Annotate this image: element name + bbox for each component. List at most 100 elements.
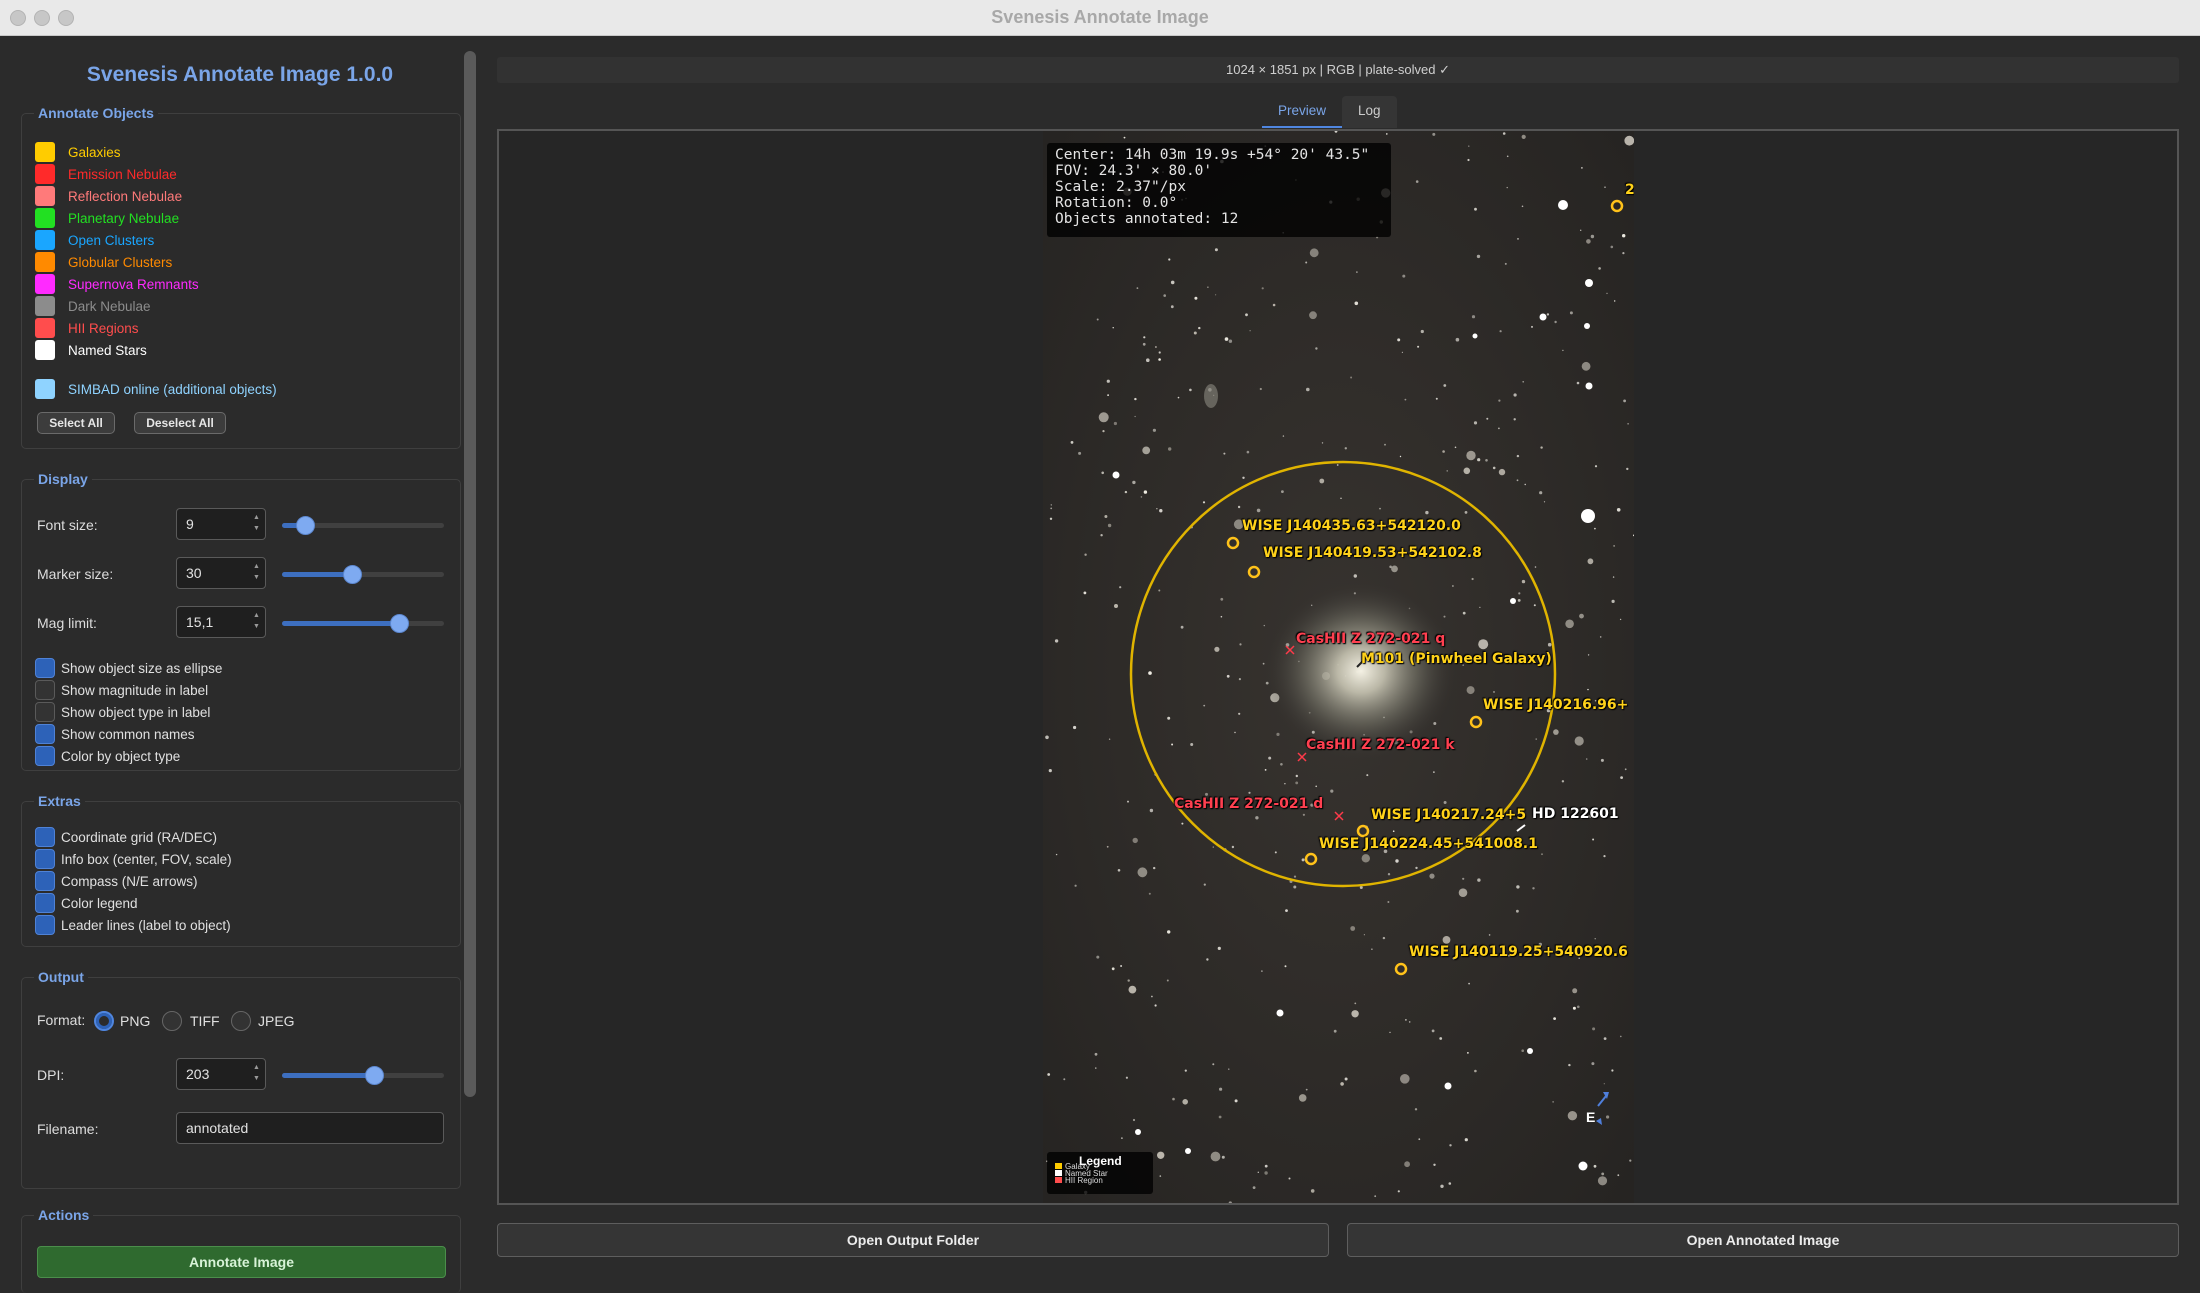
object-type-toggle[interactable]: Globular Clusters bbox=[35, 251, 172, 273]
star bbox=[1220, 615, 1223, 618]
checkbox[interactable] bbox=[35, 658, 55, 678]
annotate-image-button[interactable]: Annotate Image bbox=[37, 1246, 446, 1278]
checkbox[interactable] bbox=[35, 702, 55, 722]
star bbox=[1606, 1115, 1610, 1119]
format-jpeg-radio[interactable] bbox=[231, 1011, 251, 1031]
object-type-toggle[interactable]: Emission Nebulae bbox=[35, 163, 177, 185]
simbad-toggle[interactable]: SIMBAD online (additional objects) bbox=[35, 378, 277, 400]
star bbox=[1418, 1138, 1421, 1141]
star bbox=[1442, 450, 1445, 453]
checkbox[interactable] bbox=[35, 827, 55, 847]
star bbox=[1281, 490, 1284, 493]
left-panel-scrollbar[interactable] bbox=[464, 51, 476, 1097]
simbad-color-swatch[interactable] bbox=[35, 379, 55, 399]
slider-handle[interactable] bbox=[296, 516, 315, 535]
option-checkbox-row[interactable]: Leader lines (label to object) bbox=[35, 915, 231, 935]
option-checkbox-row[interactable]: Show object size as ellipse bbox=[35, 658, 222, 678]
tab-preview[interactable]: Preview bbox=[1262, 96, 1343, 128]
star bbox=[1096, 318, 1099, 321]
object-color-swatch[interactable] bbox=[35, 164, 55, 184]
slider-handle[interactable] bbox=[343, 565, 362, 584]
star bbox=[1206, 958, 1209, 961]
object-type-toggle[interactable]: Named Stars bbox=[35, 339, 147, 361]
galaxy-glow bbox=[1266, 583, 1456, 759]
checkbox[interactable] bbox=[35, 746, 55, 766]
object-type-toggle[interactable]: Open Clusters bbox=[35, 229, 154, 251]
info-scale: Scale: 2.37"/px bbox=[1055, 179, 1186, 195]
format-png-radio[interactable] bbox=[94, 1011, 114, 1031]
window-title: Svenesis Annotate Image bbox=[991, 7, 1209, 27]
object-color-swatch[interactable] bbox=[35, 340, 55, 360]
option-checkbox-row[interactable]: Show common names bbox=[35, 724, 195, 744]
option-checkbox-row[interactable]: Coordinate grid (RA/DEC) bbox=[35, 827, 217, 847]
spin-arrows-icon[interactable]: ▲ ▼ bbox=[251, 610, 262, 634]
star bbox=[1152, 428, 1156, 432]
star bbox=[1158, 589, 1161, 592]
option-checkbox-row[interactable]: Show magnitude in label bbox=[35, 680, 208, 700]
deselect-all-button[interactable]: Deselect All bbox=[134, 412, 226, 434]
spin-arrows-icon[interactable]: ▲ ▼ bbox=[251, 1062, 262, 1086]
checkbox[interactable] bbox=[35, 871, 55, 891]
object-type-toggle[interactable]: HII Regions bbox=[35, 317, 139, 339]
checkbox[interactable] bbox=[35, 724, 55, 744]
mag-limit-slider[interactable] bbox=[282, 613, 444, 633]
star bbox=[1154, 1004, 1157, 1007]
object-type-toggle[interactable]: Reflection Nebulae bbox=[35, 185, 182, 207]
option-checkbox-row[interactable]: Info box (center, FOV, scale) bbox=[35, 849, 232, 869]
option-checkbox-row[interactable]: Compass (N/E arrows) bbox=[35, 871, 198, 891]
dpi-slider[interactable] bbox=[282, 1065, 444, 1085]
tab-log[interactable]: Log bbox=[1342, 96, 1397, 128]
marker-size-spinbox[interactable]: 30 ▲ ▼ bbox=[176, 557, 266, 589]
object-type-toggle[interactable]: Supernova Remnants bbox=[35, 273, 199, 295]
star bbox=[1568, 1063, 1571, 1067]
object-color-swatch[interactable] bbox=[35, 274, 55, 294]
star bbox=[1214, 646, 1220, 652]
object-color-swatch[interactable] bbox=[35, 142, 55, 162]
select-all-button[interactable]: Select All bbox=[37, 412, 115, 434]
star bbox=[1374, 1195, 1377, 1198]
object-color-swatch[interactable] bbox=[35, 230, 55, 250]
slider-handle[interactable] bbox=[365, 1066, 384, 1085]
checkbox[interactable] bbox=[35, 849, 55, 869]
object-color-swatch[interactable] bbox=[35, 186, 55, 206]
star bbox=[1228, 1068, 1230, 1070]
open-annotated-image-button[interactable]: Open Annotated Image bbox=[1347, 1223, 2179, 1257]
star bbox=[1462, 877, 1465, 880]
mag-limit-spinbox[interactable]: 15,1 ▲ ▼ bbox=[176, 606, 266, 638]
object-type-toggle[interactable]: Galaxies bbox=[35, 141, 121, 163]
object-color-swatch[interactable] bbox=[35, 208, 55, 228]
star bbox=[1305, 261, 1308, 264]
dpi-spinbox[interactable]: 203 ▲ ▼ bbox=[176, 1058, 266, 1090]
star bbox=[1581, 167, 1583, 169]
format-tiff-radio[interactable] bbox=[162, 1011, 182, 1031]
star bbox=[1315, 785, 1317, 788]
spin-arrows-icon[interactable]: ▲ ▼ bbox=[251, 512, 262, 536]
star bbox=[1095, 1067, 1097, 1069]
font-size-spinbox[interactable]: 9 ▲ ▼ bbox=[176, 508, 266, 540]
star bbox=[1249, 330, 1251, 332]
star bbox=[1415, 866, 1418, 870]
slider-handle[interactable] bbox=[390, 614, 409, 633]
object-color-swatch[interactable] bbox=[35, 296, 55, 316]
open-output-folder-button[interactable]: Open Output Folder bbox=[497, 1223, 1329, 1257]
star bbox=[1231, 845, 1235, 849]
star bbox=[1594, 527, 1596, 530]
option-checkbox-row[interactable]: Show object type in label bbox=[35, 702, 210, 722]
object-color-swatch[interactable] bbox=[35, 318, 55, 338]
option-checkbox-row[interactable]: Color legend bbox=[35, 893, 138, 913]
object-type-toggle[interactable]: Dark Nebulae bbox=[35, 295, 151, 317]
checkbox[interactable] bbox=[35, 915, 55, 935]
filename-input[interactable] bbox=[176, 1112, 444, 1144]
info-rotation: Rotation: 0.0° bbox=[1055, 195, 1178, 211]
bright-star bbox=[1112, 471, 1120, 479]
star bbox=[1620, 776, 1623, 779]
checkbox[interactable] bbox=[35, 893, 55, 913]
object-type-toggle[interactable]: Planetary Nebulae bbox=[35, 207, 179, 229]
option-checkbox-row[interactable]: Color by object type bbox=[35, 746, 180, 766]
star bbox=[1516, 479, 1519, 482]
font-size-slider[interactable] bbox=[282, 515, 444, 535]
spin-arrows-icon[interactable]: ▲ ▼ bbox=[251, 561, 262, 585]
checkbox[interactable] bbox=[35, 680, 55, 700]
object-color-swatch[interactable] bbox=[35, 252, 55, 272]
marker-size-slider[interactable] bbox=[282, 564, 444, 584]
